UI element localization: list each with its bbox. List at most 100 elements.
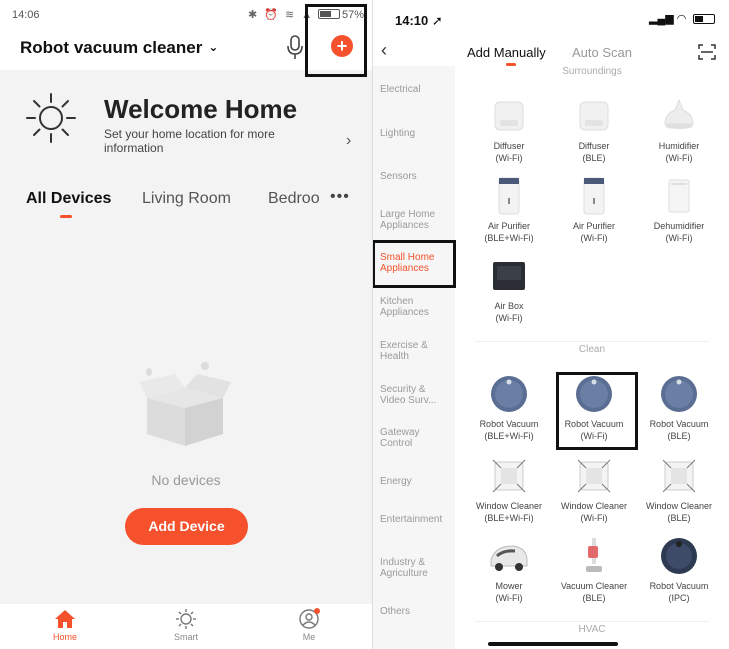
device-conn: (BLE) <box>667 513 691 523</box>
more-tabs-icon[interactable]: ••• <box>330 188 350 206</box>
device-diffuser-ble[interactable]: Diffuser (BLE) <box>550 96 638 164</box>
device-humidifier-wifi[interactable]: Humidifier (Wi-Fi) <box>635 96 723 164</box>
robot-vacuum-icon <box>489 374 529 414</box>
device-air-purifier-blewifi[interactable]: Air Purifier (BLE+Wi-Fi) <box>465 176 553 244</box>
mower-icon <box>489 536 529 576</box>
nav-smart[interactable]: Smart <box>156 608 216 642</box>
device-robot-vacuum-ble[interactable]: Robot Vacuum (BLE) <box>635 374 723 442</box>
category-lighting[interactable]: Lighting <box>380 128 452 139</box>
device-name: Humidifier <box>658 141 700 151</box>
status-bar-right: 14:10 ➚ ▂▄▆ ◠ <box>373 0 729 34</box>
device-conn: (BLE) <box>582 593 606 603</box>
device-conn: (BLE) <box>667 431 691 441</box>
status-time: 14:06 <box>12 9 40 21</box>
device-window-cleaner-ble[interactable]: Window Cleaner (BLE) <box>635 456 723 524</box>
vacuum-cleaner-icon <box>574 536 614 576</box>
device-conn: (Wi-Fi) <box>665 153 693 163</box>
smart-sun-icon <box>176 609 196 629</box>
robot-vacuum-icon <box>659 536 699 576</box>
bottom-nav: Home Smart Me <box>0 604 372 649</box>
diffuser-icon <box>489 96 529 136</box>
device-name: Dehumidifier <box>653 221 705 231</box>
category-gateway-control[interactable]: Gateway Control <box>380 427 452 449</box>
tab-auto-scan[interactable]: Auto Scan <box>572 45 632 60</box>
nav-home[interactable]: Home <box>35 608 95 642</box>
device-name: Robot Vacuum <box>649 419 709 429</box>
home-name: Robot vacuum cleaner <box>20 38 203 57</box>
nav-me-label: Me <box>302 632 316 642</box>
device-conn: (BLE) <box>582 153 606 163</box>
microphone-icon[interactable] <box>287 34 303 60</box>
device-name: Window Cleaner <box>560 501 628 511</box>
device-air-purifier-wifi[interactable]: Air Purifier (Wi-Fi) <box>550 176 638 244</box>
room-tabs: All Devices Living Room Bedroo ••• <box>0 188 372 222</box>
window-cleaner-icon <box>659 456 699 496</box>
device-name: Diffuser <box>493 141 525 151</box>
nav-home-label: Home <box>52 632 77 642</box>
add-device-screen: 14:10 ➚ ▂▄▆ ◠ ‹ Add Manually Auto Scan E… <box>373 0 729 649</box>
category-kitchen-appliances[interactable]: Kitchen Appliances <box>380 296 452 318</box>
tab-add-manually[interactable]: Add Manually <box>467 45 546 60</box>
category-energy[interactable]: Energy <box>380 476 452 487</box>
device-conn: (Wi-Fi) <box>580 233 608 243</box>
dehumidifier-icon <box>659 176 699 216</box>
device-dehumidifier-wifi[interactable]: Dehumidifier (Wi-Fi) <box>635 176 723 244</box>
device-name: Robot Vacuum <box>649 581 709 591</box>
section-surroundings: Surroundings <box>562 66 622 77</box>
device-window-cleaner-wifi[interactable]: Window Cleaner (Wi-Fi) <box>550 456 638 524</box>
home-indicator <box>488 642 618 646</box>
device-robot-vacuum-blewifi[interactable]: Robot Vacuum (BLE+Wi-Fi) <box>465 374 553 442</box>
tab-all-devices[interactable]: All Devices <box>26 190 111 208</box>
category-others[interactable]: Others <box>380 606 452 617</box>
signal-wifi-icon: ▂▄▆ ◠ <box>649 13 687 25</box>
welcome-title: Welcome Home <box>104 94 298 124</box>
battery-icon-right <box>693 14 715 24</box>
humidifier-icon <box>659 96 699 136</box>
device-name: Air Purifier <box>487 221 530 231</box>
category-sensors[interactable]: Sensors <box>380 171 452 182</box>
home-selector[interactable]: Robot vacuum cleaner ⌄ <box>20 38 218 58</box>
category-entertainment[interactable]: Entertainment <box>380 514 452 525</box>
scan-qr-icon[interactable] <box>698 44 716 60</box>
category-large-home-appliances[interactable]: Large Home Appliances <box>380 209 452 231</box>
window-cleaner-icon <box>574 456 614 496</box>
welcome-card[interactable]: Welcome Home Set your home location for … <box>0 70 372 170</box>
empty-state-text: No devices <box>151 472 221 488</box>
device-conn: (Wi-Fi) <box>665 233 693 243</box>
category-electrical[interactable]: Electrical <box>380 84 452 95</box>
device-robot-vacuum-ipc[interactable]: Robot Vacuum (IPC) <box>635 536 723 604</box>
device-conn: (IPC) <box>668 593 690 603</box>
device-window-cleaner-blewifi[interactable]: Window Cleaner (BLE+Wi-Fi) <box>465 456 553 524</box>
empty-box-icon <box>139 362 231 446</box>
category-sidebar: Electrical Lighting Sensors Large Home A… <box>373 66 455 649</box>
device-conn: (Wi-Fi) <box>495 153 523 163</box>
device-name: Window Cleaner <box>645 501 713 511</box>
device-conn: (Wi-Fi) <box>495 593 523 603</box>
chevron-down-icon: ⌄ <box>208 40 219 54</box>
category-industry-agriculture[interactable]: Industry & Agriculture <box>380 557 452 579</box>
section-divider <box>475 621 709 622</box>
highlight-box-device <box>556 372 638 450</box>
profile-icon <box>299 608 320 629</box>
back-chevron-icon[interactable]: ‹ <box>381 40 387 61</box>
device-air-box-wifi[interactable]: Air Box (Wi-Fi) <box>465 256 553 324</box>
section-hvac: HVAC <box>578 624 606 635</box>
category-security-video[interactable]: Security & Video Surv... <box>380 384 452 406</box>
device-name: Mower <box>495 581 523 591</box>
device-diffuser-wifi[interactable]: Diffuser (Wi-Fi) <box>465 96 553 164</box>
device-name: Air Box <box>494 301 524 311</box>
device-vacuum-cleaner-ble[interactable]: Vacuum Cleaner (BLE) <box>550 536 638 604</box>
nav-me[interactable]: Me <box>279 608 339 642</box>
highlight-box-category <box>373 240 456 288</box>
tab-living-room[interactable]: Living Room <box>142 190 231 208</box>
sun-icon <box>26 93 76 143</box>
tab-indicator <box>60 215 72 218</box>
tab-bedroom[interactable]: Bedroo <box>268 190 320 208</box>
device-name: Vacuum Cleaner <box>560 581 628 591</box>
add-device-button[interactable]: Add Device <box>125 508 248 545</box>
device-name: Diffuser <box>578 141 610 151</box>
device-mower-wifi[interactable]: Mower (Wi-Fi) <box>465 536 553 604</box>
device-conn: (Wi-Fi) <box>495 313 523 323</box>
device-name: Air Purifier <box>572 221 615 231</box>
category-exercise-health[interactable]: Exercise & Health <box>380 340 452 362</box>
